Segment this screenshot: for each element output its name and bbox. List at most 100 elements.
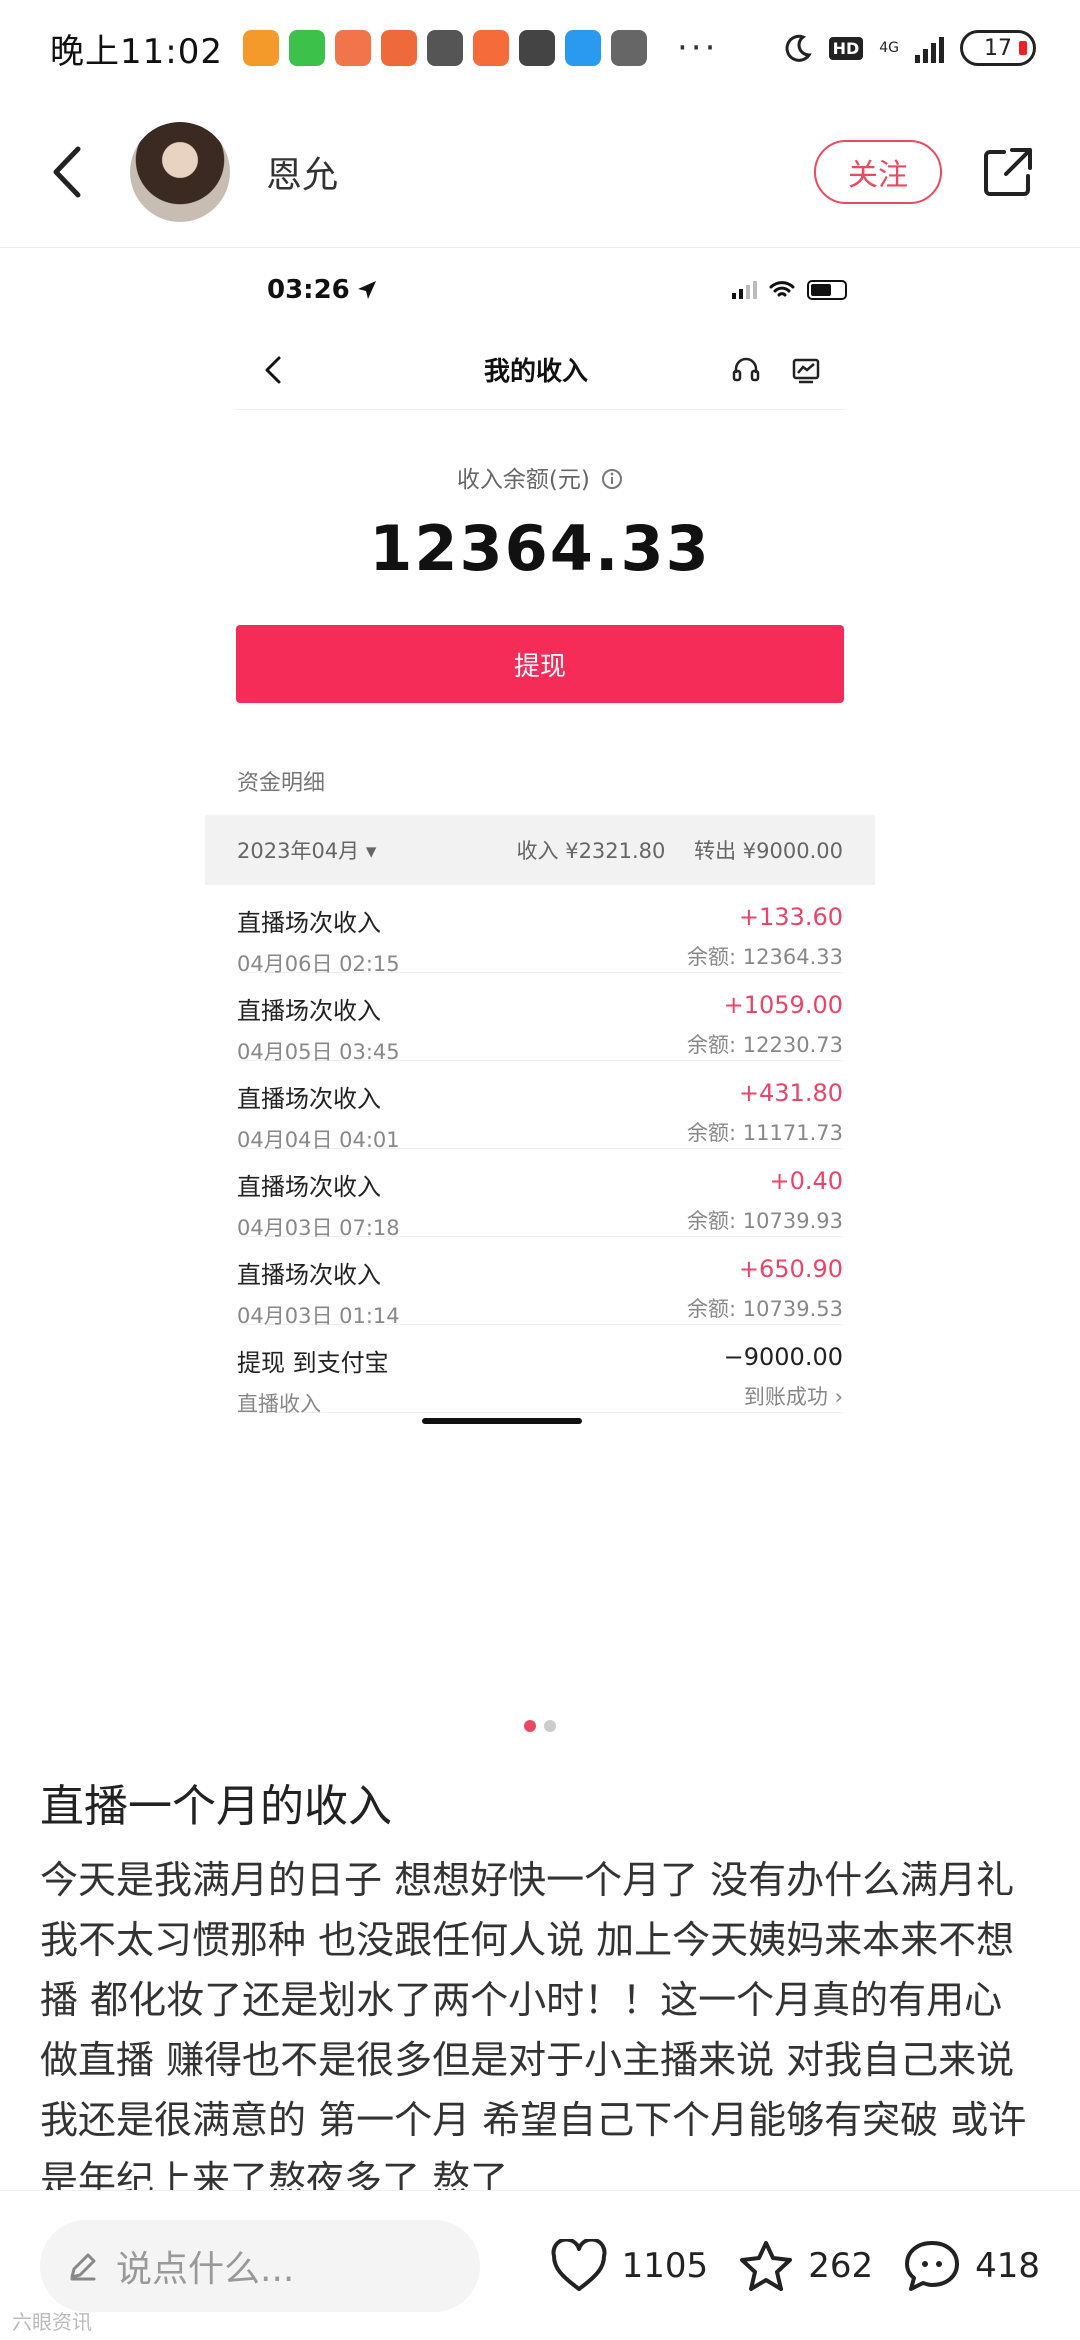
image-battery-icon: [807, 280, 847, 300]
pencil-icon: [70, 2253, 96, 2280]
bottom-action-bar: 说点什么... 1105 262 418: [0, 2190, 1080, 2340]
transaction-date: 04月03日 01:14: [237, 1304, 400, 1328]
transaction-date: 直播收入: [237, 1392, 321, 1416]
transaction-balance: 余额: 12364.33: [687, 945, 843, 969]
balance-value: 12364.33: [369, 512, 711, 585]
info-icon: [602, 469, 623, 489]
transaction-date: 04月03日 07:18: [237, 1216, 400, 1240]
chart-icon: [792, 358, 820, 383]
withdraw-button: 提现: [236, 625, 844, 703]
wifi-icon: [769, 281, 795, 297]
follow-button[interactable]: 关注: [814, 139, 942, 204]
blue-app-icon: [564, 30, 601, 66]
transfer-summary: 转出 ¥9000.00: [694, 839, 843, 863]
transaction-row: 直播场次收入 04月04日 04:01 +431.80 余额: 11171.73: [237, 1061, 843, 1152]
signal-icon: [915, 33, 944, 63]
taobao-app-icon: [472, 30, 509, 66]
transaction-date: 04月04日 04:01: [237, 1128, 400, 1152]
author-name[interactable]: 恩允: [266, 146, 338, 198]
wechat-app-icon: [288, 30, 325, 66]
comment-count: 418: [975, 2245, 1040, 2286]
favorite-button[interactable]: 262: [738, 2239, 873, 2293]
home-indicator: [422, 1418, 582, 1424]
more-notifications-icon: ···: [676, 28, 719, 68]
page-dot-active: [524, 1720, 536, 1732]
transaction-name: 直播场次收入: [237, 909, 381, 937]
alarm-icon: [610, 30, 647, 66]
transaction-balance: 到账成功 ›: [743, 1385, 843, 1409]
store-app-icon: [334, 30, 371, 66]
transaction-date: 04月06日 02:15: [237, 952, 400, 976]
favorite-count: 262: [808, 2245, 874, 2286]
comment-button[interactable]: 418: [903, 2239, 1040, 2293]
income-summary: 收入 ¥2321.80: [516, 839, 666, 863]
moon-icon: [785, 34, 812, 62]
income-nav-bar: 我的收入: [235, 330, 845, 410]
post-image[interactable]: 03:26 我的收入 收入余额(元) 12364.33 提现 资金明细 2023…: [205, 250, 875, 1720]
post-header: 恩允 关注: [0, 96, 1080, 248]
share-icon: [984, 147, 1032, 196]
transaction-amount: +650.90: [738, 1255, 843, 1283]
share-button[interactable]: [976, 140, 1040, 204]
like-button[interactable]: 1105: [550, 2238, 709, 2293]
transaction-row: 直播场次收入 04月06日 02:15 +133.60 余额: 12364.33: [237, 885, 843, 976]
month-summary-bar: 2023年04月 ▾ 收入 ¥2321.80 转出 ¥9000.00: [205, 815, 875, 885]
transaction-name: 提现 到支付宝: [237, 1349, 389, 1377]
transaction-row: 提现 到支付宝直播收入 −9000.00 到账成功 ›: [237, 1325, 843, 1416]
battery-icon: 17: [960, 30, 1036, 66]
transaction-amount: +133.60: [738, 903, 843, 931]
income-page-title: 我的收入: [483, 357, 588, 387]
post-body: 今天是我满月的日子 想想好快一个月了 没有办什么满月礼我不太习惯那种 也没跟任何…: [40, 1858, 1027, 2190]
transaction-balance: 余额: 10739.53: [687, 1297, 843, 1321]
comment-placeholder: 说点什么...: [116, 2248, 295, 2290]
baidu-app-icon: [518, 30, 555, 66]
chevron-left-icon: [265, 356, 281, 383]
comment-bubble-icon: [905, 2240, 960, 2291]
transaction-balance: 余额: 10739.93: [687, 1209, 843, 1233]
like-count: 1105: [621, 2245, 709, 2286]
transaction-amount: +431.80: [738, 1079, 843, 1107]
transaction-row: 直播场次收入 04月05日 03:45 +1059.00 余额: 12230.73: [237, 973, 843, 1064]
image-status-bar: 03:26: [205, 250, 875, 330]
hd-icon: HD: [828, 36, 864, 60]
transaction-amount: +0.40: [769, 1167, 843, 1195]
author-avatar[interactable]: [130, 121, 230, 222]
chevron-left-icon: [53, 146, 81, 197]
balance-label: 收入余额(元): [205, 460, 875, 494]
status-bar: 晚上11:02 ··· HD 4G 17: [0, 0, 1080, 96]
month-selector: 2023年04月 ▾: [237, 839, 377, 863]
transaction-name: 直播场次收入: [237, 1085, 381, 1113]
transaction-balance: 余额: 12230.73: [687, 1033, 843, 1057]
battery-level: 17: [984, 35, 1012, 61]
shop-app-icon: [380, 30, 417, 66]
transaction-name: 直播场次收入: [237, 997, 381, 1025]
upload-app-icon: [426, 30, 463, 66]
heart-icon: [551, 2238, 607, 2291]
transaction-row: 直播场次收入 04月03日 07:18 +0.40 余额: 10739.93: [237, 1149, 843, 1240]
location-arrow-icon: [357, 281, 376, 299]
balance-label-text: 收入余额(元): [456, 467, 590, 493]
shield-app-icon: [242, 30, 279, 66]
transaction-name: 直播场次收入: [237, 1261, 381, 1289]
page-dot: [544, 1720, 556, 1732]
transaction-list: 直播场次收入 04月06日 02:15 +133.60 余额: 12364.33 直播场…: [205, 885, 875, 1416]
transaction-amount: +1059.00: [723, 991, 843, 1019]
transaction-row: 直播场次收入 04月03日 01:14 +650.90 余额: 10739.53: [237, 1237, 843, 1328]
notification-icons: [242, 30, 647, 66]
transaction-amount: −9000.00: [723, 1343, 843, 1371]
network-type: 4G: [879, 40, 899, 56]
watermark: 六眼资讯: [12, 2310, 92, 2334]
status-time: 晚上11:02: [50, 31, 223, 72]
transaction-balance: 余额: 11171.73: [687, 1121, 843, 1145]
image-status-time: 03:26: [267, 275, 350, 305]
post-title: 直播一个月的收入: [40, 1781, 392, 1832]
headset-icon: [732, 357, 760, 381]
transaction-name: 直播场次收入: [237, 1173, 381, 1201]
transaction-date: 04月05日 03:45: [237, 1040, 400, 1064]
comment-input[interactable]: 说点什么...: [40, 2219, 480, 2312]
fund-detail-title: 资金明细: [237, 771, 326, 796]
image-pagination: [0, 1720, 1080, 1732]
star-icon: [740, 2240, 793, 2291]
back-button[interactable]: [40, 132, 94, 212]
image-signal-icon: [732, 281, 757, 299]
